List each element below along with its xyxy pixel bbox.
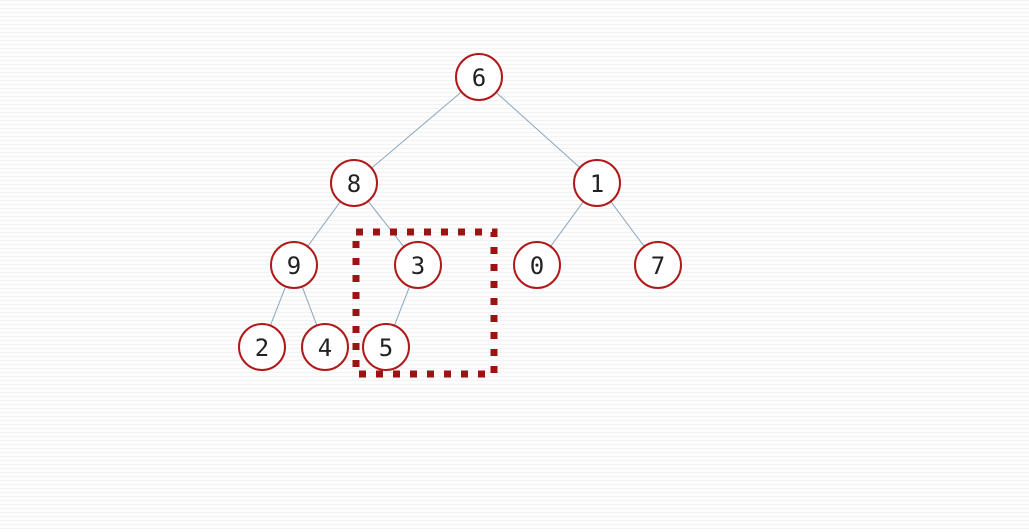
- node-value: 7: [651, 252, 665, 280]
- edge: [308, 202, 341, 247]
- tree-node[interactable]: 6: [456, 54, 502, 100]
- tree-node[interactable]: 3: [395, 242, 441, 288]
- edge: [302, 287, 317, 326]
- node-value: 6: [472, 64, 486, 92]
- tree-node[interactable]: 8: [331, 160, 377, 206]
- node-value: 0: [530, 252, 544, 280]
- edge: [372, 92, 462, 168]
- tree-node[interactable]: 4: [302, 324, 348, 370]
- edge: [611, 201, 645, 246]
- edge: [551, 202, 584, 247]
- node-value: 8: [347, 170, 361, 198]
- tree-node[interactable]: 7: [635, 242, 681, 288]
- edge: [394, 286, 409, 325]
- edge: [270, 286, 285, 325]
- tree-node[interactable]: 1: [574, 160, 620, 206]
- node-value: 9: [287, 252, 301, 280]
- edge: [368, 201, 404, 247]
- node-value: 2: [255, 334, 269, 362]
- node-value: 3: [411, 252, 425, 280]
- edge: [496, 92, 580, 167]
- node-value: 5: [379, 334, 393, 362]
- tree-node[interactable]: 5: [363, 324, 409, 370]
- tree-node[interactable]: 0: [514, 242, 560, 288]
- tree-node[interactable]: 9: [271, 242, 317, 288]
- tree-node[interactable]: 2: [239, 324, 285, 370]
- node-value: 1: [590, 170, 604, 198]
- node-value: 4: [318, 334, 332, 362]
- tree-edges: [270, 92, 644, 326]
- tree-nodes: 6 8 1 9 3 0 7 2 4 5: [239, 54, 681, 370]
